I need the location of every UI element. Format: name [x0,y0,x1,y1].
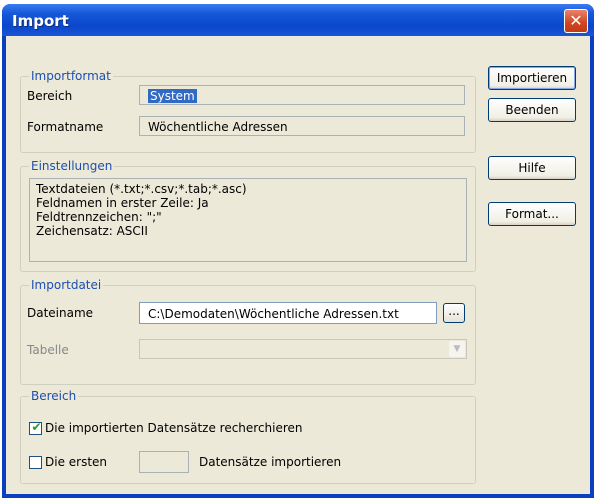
title-bar[interactable]: Import ✕ [2,4,594,36]
chevron-down-icon[interactable]: ▼ [449,341,465,357]
group-importformat: Importformat Bereich System Formatname W… [20,69,476,153]
recherchieren-label[interactable]: Die importierten Datensätze recherchiere… [45,421,303,435]
group-einstellungen: Einstellungen Textdateien (*.txt;*.csv;*… [20,159,476,272]
legend-importdatei: Importdatei [29,278,104,292]
formatname-label: Formatname [27,120,104,134]
close-icon: ✕ [569,11,583,30]
importieren-button[interactable]: Importieren [488,66,576,90]
ersten-count-input[interactable] [139,451,189,473]
einstellungen-line: Feldtrennzeichen: ";" [36,210,162,224]
group-bereich: Bereich ✔ Die importierten Datensätze re… [20,389,476,484]
hilfe-button[interactable]: Hilfe [488,156,576,180]
import-dialog: Import ✕ Importformat Bereich System For… [2,4,594,498]
legend-bereich: Bereich [29,389,79,403]
einstellungen-line: Textdateien (*.txt;*.csv;*.tab;*.asc) [36,182,247,196]
ersten-checkbox[interactable] [29,456,42,469]
window-title: Import [12,12,69,30]
bereich-field[interactable]: System [139,85,465,105]
einstellungen-line: Feldnamen in erster Zeile: Ja [36,196,209,210]
group-importdatei: Importdatei Dateiname C:\Demodaten\Wöche… [20,278,476,385]
recherchieren-checkbox[interactable]: ✔ [29,420,42,435]
close-button[interactable]: ✕ [564,9,588,33]
bereich-value: System [148,89,197,103]
beenden-button[interactable]: Beenden [488,98,576,122]
dateiname-input[interactable]: C:\Demodaten\Wöchentliche Adressen.txt [139,302,437,324]
legend-importformat: Importformat [29,69,113,83]
tabelle-select[interactable]: ▼ [139,339,467,359]
tabelle-label: Tabelle [27,343,69,357]
browse-button[interactable]: ... [443,303,465,323]
dateiname-label: Dateiname [27,306,94,320]
check-icon: ✔ [31,420,42,434]
einstellungen-line: Zeichensatz: ASCII [36,224,148,238]
legend-einstellungen: Einstellungen [29,159,115,173]
bereich-label: Bereich [27,89,73,103]
formatname-field[interactable]: Wöchentliche Adressen [139,116,465,136]
einstellungen-text: Textdateien (*.txt;*.csv;*.tab;*.asc) Fe… [29,178,467,262]
ersten-suffix-label: Datensätze importieren [199,455,342,469]
ersten-label[interactable]: Die ersten [45,455,107,469]
format-button[interactable]: Format... [488,202,576,226]
dialog-body: Importformat Bereich System Formatname W… [6,36,590,494]
